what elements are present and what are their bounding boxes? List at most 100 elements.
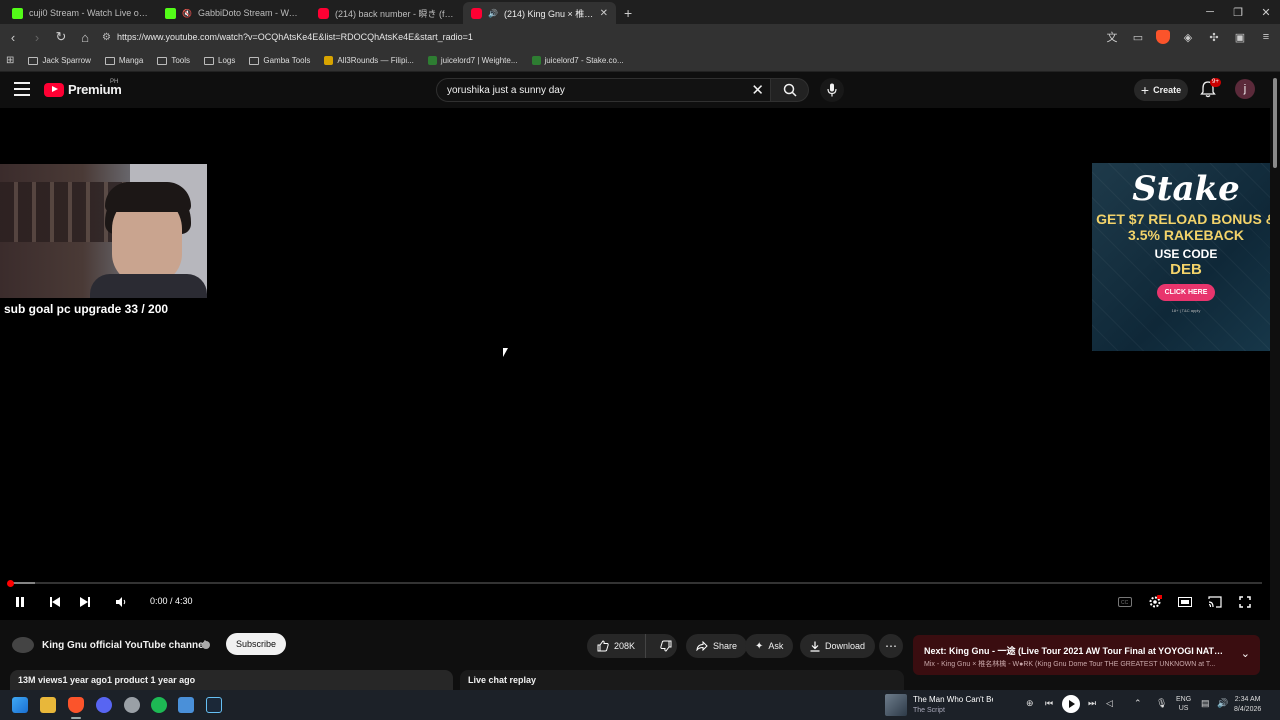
youtube-logo[interactable]: Premium PH bbox=[44, 79, 122, 97]
tab-youtube-king-gnu[interactable]: 🔊 (214) King Gnu × 椎名林檎 - YouTube ✕ bbox=[463, 2, 616, 24]
share-button[interactable]: Share bbox=[686, 634, 748, 658]
spotify-icon[interactable] bbox=[151, 697, 167, 713]
search-button[interactable] bbox=[771, 78, 809, 102]
more-actions-button[interactable]: ⋯ bbox=[879, 634, 903, 658]
bookmark-folder[interactable]: Tools bbox=[157, 56, 190, 65]
bookmark-icon[interactable]: ⌂ bbox=[78, 30, 92, 45]
subscribe-button[interactable]: Subscribe bbox=[226, 633, 286, 655]
forward-icon[interactable]: › bbox=[30, 30, 44, 45]
extension-icon[interactable]: ◈ bbox=[1180, 31, 1196, 44]
player-controls: 0:00 / 4:30 CC bbox=[0, 588, 1270, 616]
chevron-up-icon[interactable]: ⌃ bbox=[1134, 698, 1142, 709]
thumbs-up-icon bbox=[597, 640, 609, 652]
tab-youtube-back-number[interactable]: (214) back number - 瞬き (full) - YouTube bbox=[310, 2, 463, 24]
voice-search-button[interactable] bbox=[820, 78, 844, 102]
bookmark-folder[interactable]: Jack Sparrow bbox=[28, 56, 91, 65]
folder-icon bbox=[157, 56, 168, 65]
cast-button[interactable] bbox=[1207, 594, 1223, 610]
channel-name[interactable]: King Gnu official YouTube channel bbox=[42, 640, 206, 651]
scrollbar-thumb[interactable] bbox=[1273, 78, 1277, 168]
volume-tray-icon[interactable]: ◁ bbox=[1106, 698, 1113, 709]
description-box[interactable]: 13M views1 year ago1 product 1 year ago bbox=[10, 670, 453, 690]
chrome-icon[interactable] bbox=[124, 697, 140, 713]
new-tab-button[interactable]: + bbox=[624, 5, 632, 21]
volume-button[interactable] bbox=[113, 594, 129, 610]
video-player[interactable]: sub goal pc upgrade 33 / 200 Stake GET $… bbox=[0, 108, 1280, 620]
settings-button[interactable] bbox=[1147, 594, 1163, 610]
add-icon[interactable]: ⊕ bbox=[1026, 698, 1034, 709]
microphone-tray-icon[interactable]: 🎙 bbox=[1156, 698, 1167, 709]
download-button[interactable]: Download bbox=[800, 634, 876, 658]
tab-kick-cuji0[interactable]: cuji0 Stream - Watch Live on Kick bbox=[4, 2, 157, 24]
url-field[interactable]: ⚙ https://www.youtube.com/watch?v=OCQhAt… bbox=[102, 26, 1094, 48]
steam-icon[interactable] bbox=[206, 697, 222, 713]
restore-icon[interactable]: ❐ bbox=[1224, 0, 1252, 24]
minimize-icon[interactable]: ─ bbox=[1196, 0, 1224, 24]
notifications-button[interactable]: 9+ bbox=[1200, 78, 1221, 100]
account-avatar[interactable]: j bbox=[1235, 79, 1255, 99]
captions-button[interactable]: CC bbox=[1117, 594, 1133, 610]
miniplayer-button[interactable] bbox=[1177, 594, 1193, 610]
ad-fine-print: 18+ | T&C apply bbox=[1171, 308, 1201, 313]
media-next-icon[interactable]: ⏭ bbox=[1088, 698, 1096, 709]
live-chat-replay[interactable]: Live chat replay bbox=[460, 670, 904, 690]
progress-bar[interactable] bbox=[7, 579, 1262, 587]
next-button[interactable] bbox=[77, 594, 93, 610]
channel-avatar[interactable] bbox=[12, 637, 34, 653]
clear-search-icon[interactable]: ✕ bbox=[751, 81, 764, 99]
stake-ad-overlay[interactable]: Stake GET $7 RELOAD BONUS & 3.5% RAKEBAC… bbox=[1092, 163, 1280, 351]
bookmark-folder[interactable]: Logs bbox=[204, 56, 235, 65]
back-icon[interactable]: ‹ bbox=[6, 30, 20, 45]
next-video-title: Next: King Gnu - 一途 (Live Tour 2021 AW T… bbox=[924, 646, 1224, 656]
media-play-button[interactable] bbox=[1062, 695, 1080, 713]
previous-button[interactable] bbox=[47, 594, 63, 610]
tab-kick-gabbidoto[interactable]: 🔇 GabbiDoto Stream - Watch Live on Kick bbox=[157, 2, 310, 24]
pause-button[interactable] bbox=[12, 594, 28, 610]
microphone-icon bbox=[827, 83, 837, 97]
bookmark-link[interactable]: All3Rounds — Filipi... bbox=[324, 56, 414, 65]
discord-icon[interactable] bbox=[96, 697, 112, 713]
media-previous-icon[interactable]: ⏮ bbox=[1045, 698, 1053, 709]
bookmark-link[interactable]: juicelord7 - Stake.co... bbox=[531, 56, 624, 65]
up-next-card[interactable]: Next: King Gnu - 一途 (Live Tour 2021 AW T… bbox=[913, 635, 1260, 675]
close-tab-icon[interactable]: ✕ bbox=[600, 8, 608, 19]
create-button[interactable]: + Create bbox=[1134, 79, 1188, 101]
brave-shield-icon[interactable] bbox=[1156, 30, 1170, 44]
puzzle-icon[interactable]: ✣ bbox=[1206, 31, 1222, 44]
bookmark-label: Logs bbox=[218, 56, 236, 65]
bookmark-folder[interactable]: Manga bbox=[104, 56, 143, 65]
wallet-icon[interactable]: ▣ bbox=[1232, 31, 1248, 44]
cast-icon[interactable]: ▭ bbox=[1130, 31, 1146, 44]
speaker-tray-icon[interactable]: 🔊 bbox=[1217, 698, 1228, 709]
site-info-icon[interactable]: ⚙ bbox=[102, 32, 111, 43]
bookmark-link[interactable]: juicelord7 | Weighte... bbox=[427, 56, 518, 65]
search-input[interactable]: yorushika just a sunny day ✕ bbox=[436, 78, 771, 102]
language-indicator[interactable]: ENG US bbox=[1176, 695, 1191, 713]
fullscreen-button[interactable] bbox=[1237, 594, 1253, 610]
apps-grid-icon[interactable]: ⊞ bbox=[6, 55, 14, 66]
like-button[interactable]: 208K bbox=[587, 634, 647, 658]
media-widget[interactable]: The Man Who Can't Be Moved The Script bbox=[885, 692, 1025, 718]
windows-start-icon[interactable] bbox=[12, 697, 28, 713]
network-icon[interactable]: ▤ bbox=[1201, 698, 1210, 709]
verified-icon bbox=[202, 641, 210, 649]
bookmarks-bar: ⊞ Jack Sparrow Manga Tools Logs Gamba To… bbox=[0, 50, 1280, 72]
hamburger-menu-icon[interactable] bbox=[14, 82, 30, 96]
page-scrollbar[interactable] bbox=[1270, 72, 1280, 690]
chevron-down-icon[interactable]: ⌄ bbox=[1241, 647, 1250, 660]
ask-button[interactable]: ✦ Ask bbox=[745, 634, 794, 658]
system-clock[interactable]: 2:34 AM 8/4/2026 bbox=[1234, 695, 1261, 715]
translate-icon[interactable]: 文 bbox=[1104, 29, 1120, 45]
scrubber-handle[interactable] bbox=[7, 579, 14, 587]
bookmark-folder[interactable]: Gamba Tools bbox=[249, 56, 310, 65]
ad-click-here-button[interactable]: CLICK HERE bbox=[1156, 284, 1216, 301]
brave-browser-icon[interactable] bbox=[68, 697, 84, 713]
site-icon bbox=[427, 56, 437, 65]
dislike-button[interactable] bbox=[651, 634, 681, 658]
reload-icon[interactable]: ↻ bbox=[54, 29, 68, 45]
close-window-icon[interactable]: ✕ bbox=[1252, 0, 1280, 24]
media-artist: The Script bbox=[913, 707, 945, 714]
menu-icon[interactable]: ≡ bbox=[1258, 31, 1274, 43]
file-explorer-icon[interactable] bbox=[40, 697, 56, 713]
notepad-icon[interactable] bbox=[178, 697, 194, 713]
